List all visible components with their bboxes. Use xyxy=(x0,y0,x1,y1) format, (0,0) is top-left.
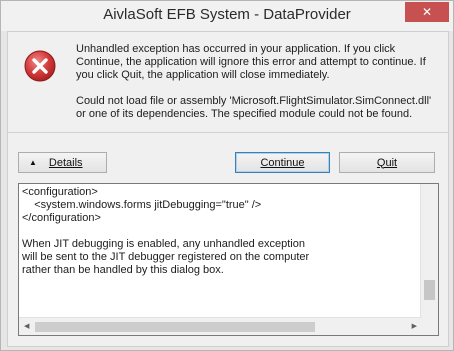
scroll-right-icon[interactable]: ▶ xyxy=(412,323,417,330)
dialog-body: Unhandled exception has occurred in your… xyxy=(7,31,449,347)
horizontal-scroll-thumb[interactable] xyxy=(35,322,315,332)
message-line: Could not load file or assembly 'Microso… xyxy=(76,95,432,107)
error-icon xyxy=(24,50,56,82)
window-title: AivlaSoft EFB System - DataProvider xyxy=(103,6,351,23)
close-icon: ✕ xyxy=(421,5,433,19)
chevron-up-icon: ▲ xyxy=(29,157,37,167)
close-button[interactable]: ✕ xyxy=(405,2,449,22)
quit-button[interactable]: Quit xyxy=(339,152,435,173)
details-text: <configuration> <system.windows.forms ji… xyxy=(22,186,310,276)
continue-button[interactable]: Continue xyxy=(235,152,330,173)
details-button-label: Details xyxy=(48,156,83,169)
vertical-scroll-thumb[interactable] xyxy=(424,280,435,300)
scroll-left-icon[interactable]: ◀ xyxy=(24,323,29,330)
details-button[interactable]: ▲ Details xyxy=(18,152,107,173)
continue-button-label: Continue xyxy=(260,156,305,169)
scrollbar-corner xyxy=(421,318,438,335)
message-line: or one of its dependencies. The specifie… xyxy=(76,108,413,120)
horizontal-scrollbar[interactable]: ◀ ▶ xyxy=(19,317,421,335)
message-line: Unhandled exception has occurred in your… xyxy=(76,43,396,55)
error-dialog-window: AivlaSoft EFB System - DataProvider ✕ Un… xyxy=(0,0,454,351)
message-line: you click Quit, the application will clo… xyxy=(76,69,330,81)
message-line: Continue, the application will ignore th… xyxy=(76,56,426,68)
divider xyxy=(8,132,448,133)
vertical-scrollbar[interactable] xyxy=(420,184,438,318)
error-message: Unhandled exception has occurred in your… xyxy=(76,43,436,121)
quit-button-label: Quit xyxy=(376,156,398,169)
details-text-box[interactable]: <configuration> <system.windows.forms ji… xyxy=(18,183,439,336)
title-bar[interactable]: AivlaSoft EFB System - DataProvider ✕ xyxy=(1,1,453,31)
